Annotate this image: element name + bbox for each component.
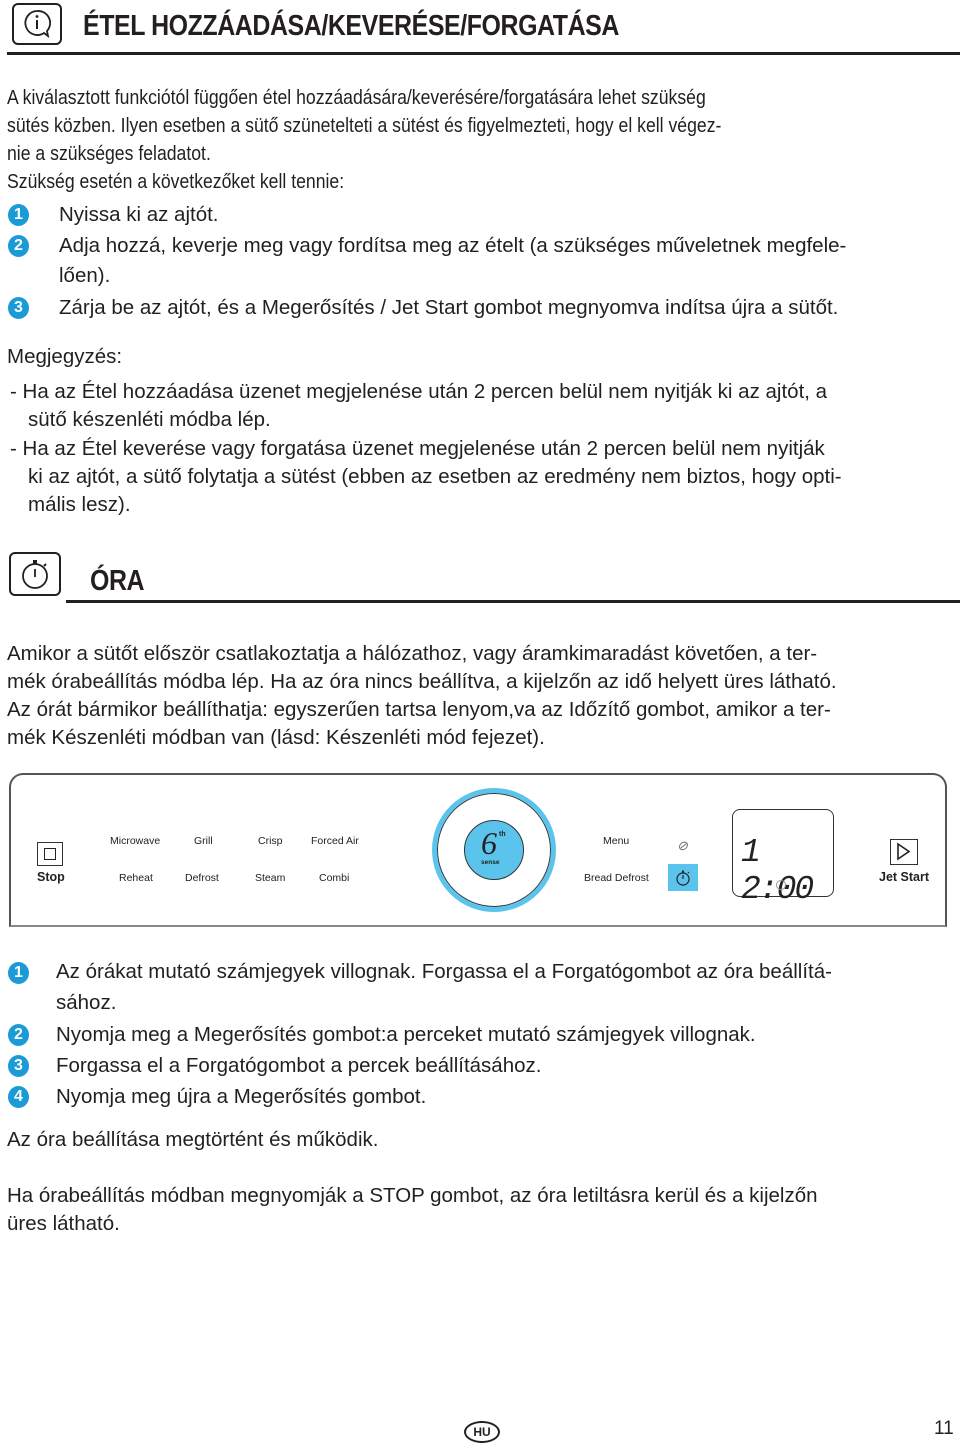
clock-indicator-icon <box>776 880 786 890</box>
timer-button[interactable] <box>668 864 698 891</box>
step-number-badge: 2 <box>8 235 29 257</box>
function-combi[interactable]: Combi <box>319 872 349 884</box>
dial-logo-number: 6 <box>481 825 497 861</box>
dial-logo-sub: sense <box>481 859 500 866</box>
language-badge: HU <box>464 1421 500 1443</box>
step-text: Forgassa el a Forgatógombot a percek beá… <box>56 1054 542 1077</box>
page-number: 11 <box>934 1418 954 1439</box>
note-line: sütő készenléti módba lép. <box>28 408 271 431</box>
play-icon <box>897 842 911 861</box>
stop-note-line: Ha órabeállítás módban megnyomják a STOP… <box>7 1184 818 1207</box>
stop-button[interactable] <box>37 842 63 866</box>
step-text: lően). <box>59 264 111 287</box>
step-number-badge: 4 <box>8 1086 29 1108</box>
function-forced-air[interactable]: Forced Air <box>311 835 359 847</box>
text-line: mék órabeállítás módba lép. Ha az óra ni… <box>7 670 837 693</box>
section-title-clock: ÓRA <box>90 565 145 597</box>
menu-label[interactable]: Menu <box>603 835 629 847</box>
display-time: 1 2:00 <box>741 834 814 908</box>
step-number-badge: 1 <box>8 204 29 226</box>
stopwatch-icon <box>9 552 61 596</box>
note-line: - Ha az Étel keverése vagy forgatása üze… <box>10 437 825 460</box>
jet-start-label: Jet Start <box>879 870 930 884</box>
text-line: Az órát bármikor beállíthatja: egyszerűe… <box>7 698 831 721</box>
function-defrost[interactable]: Defrost <box>185 872 219 884</box>
section-title-food-add: ÉTEL HOZZÁADÁSA/KEVERÉSE/FORGATÁSA <box>83 10 619 42</box>
function-steam[interactable]: Steam <box>255 872 285 884</box>
text-line: Amikor a sütőt először csatlakoztatja a … <box>7 642 818 665</box>
disabled-sensor-icon: ⊘ <box>677 838 688 853</box>
clock-set-confirmation: Az óra beállítása megtörtént és működik. <box>7 1128 379 1151</box>
function-crisp[interactable]: Crisp <box>258 835 283 847</box>
step-text: Zárja be az ajtót, és a Megerősítés / Je… <box>59 296 839 319</box>
step-text: Az órákat mutató számjegyek villognak. F… <box>56 960 832 983</box>
stop-note-line: üres látható. <box>7 1212 120 1235</box>
step-number-badge: 3 <box>8 297 29 319</box>
step-text: Adja hozzá, keverje meg vagy fordítsa me… <box>59 234 847 257</box>
text-line: A kiválasztott funkciótól függően étel h… <box>7 86 706 109</box>
title-rule <box>7 52 960 55</box>
bread-defrost-label[interactable]: Bread Defrost <box>584 872 649 884</box>
step-number-badge: 1 <box>8 962 29 984</box>
stop-label: Stop <box>37 870 65 884</box>
step-number-badge: 3 <box>8 1055 29 1077</box>
step-text: Nyomja meg a Megerősítés gombot:a percek… <box>56 1023 756 1046</box>
oven-control-panel: Stop Microwave Grill Crisp Forced Air Re… <box>9 773 947 927</box>
sixth-sense-button[interactable]: 6 th sense <box>464 820 524 880</box>
step-text: Nyissa ki az ajtót. <box>59 203 219 226</box>
note-line: mális lesz). <box>28 493 131 516</box>
text-line: nie a szükséges feladatot. <box>7 142 211 165</box>
note-line: ki az ajtót, a sütő folytatja a sütést (… <box>28 465 842 488</box>
note-line: - Ha az Étel hozzáadása üzenet megjelené… <box>10 380 828 403</box>
title-rule <box>66 600 960 603</box>
step-number-badge: 2 <box>8 1024 29 1046</box>
text-line: mék Készenléti módban van (lásd: Készenl… <box>7 726 545 749</box>
rotary-dial[interactable]: 6 th sense <box>432 788 556 912</box>
function-reheat[interactable]: Reheat <box>119 872 153 884</box>
step-text: sához. <box>56 991 117 1014</box>
stop-square-icon <box>44 848 56 860</box>
text-line: sütés közben. Ilyen esetben a sütő szüne… <box>7 114 722 137</box>
dial-logo-sup: th <box>499 831 506 838</box>
note-label: Megjegyzés: <box>7 345 123 368</box>
jet-start-button[interactable] <box>890 839 918 865</box>
info-icon <box>12 3 62 45</box>
text-line: Szükség esetén a következőket kell tenni… <box>7 170 345 193</box>
function-grill[interactable]: Grill <box>194 835 213 847</box>
lcd-display: 1 2:00 <box>732 809 834 908</box>
function-microwave[interactable]: Microwave <box>110 835 160 847</box>
step-text: Nyomja meg újra a Megerősítés gombot. <box>56 1085 427 1108</box>
